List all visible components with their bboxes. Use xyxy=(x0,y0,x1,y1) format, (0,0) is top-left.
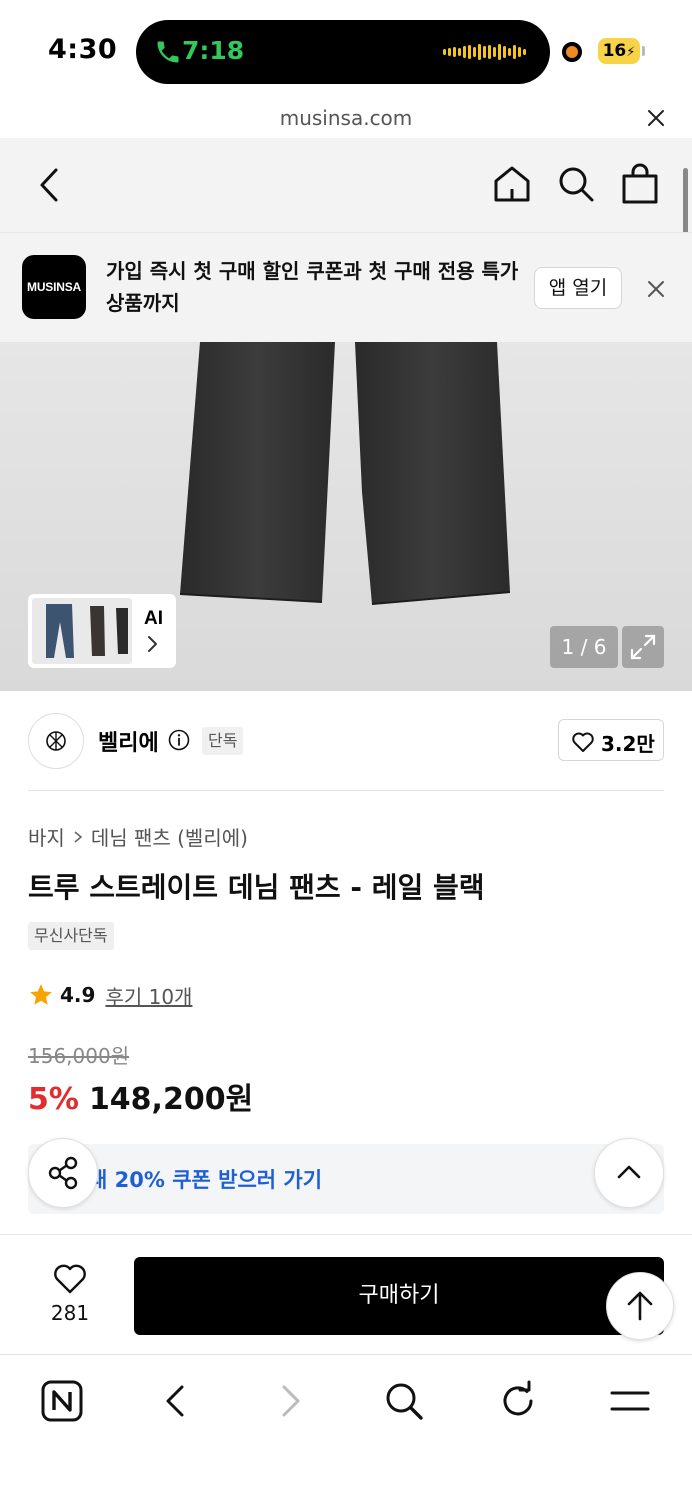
sale-price: 148,200원 xyxy=(88,1082,254,1117)
heart-icon[interactable] xyxy=(52,1263,88,1295)
expand-icon xyxy=(630,634,656,660)
status-time: 4:30 xyxy=(48,34,118,65)
arrow-up-icon xyxy=(627,1291,653,1321)
url-text[interactable]: musinsa.com xyxy=(0,106,692,130)
musinsa-logo: MUSINSA xyxy=(22,255,86,319)
battery-tip xyxy=(642,46,645,56)
brand-logo[interactable] xyxy=(28,713,84,769)
rating-value: 4.9 xyxy=(60,983,96,1007)
image-page-indicator: 1 / 6 xyxy=(550,626,618,668)
coupon-banner[interactable]: 대 20% 쿠폰 받으러 가기 xyxy=(28,1144,664,1214)
scroll-to-top-button[interactable] xyxy=(606,1272,674,1340)
phone-icon xyxy=(157,41,179,63)
search-icon[interactable] xyxy=(382,1379,426,1423)
chevron-right-icon xyxy=(74,830,83,843)
brand-like-button[interactable]: 3.2만 xyxy=(558,719,664,761)
recording-indicator-icon xyxy=(562,42,582,62)
discount-rate: 5% xyxy=(28,1082,79,1117)
rating-row: 4.9 후기 10개 xyxy=(28,980,192,1010)
breadcrumb-item[interactable]: 바지 xyxy=(28,822,65,851)
call-timer: 7:18 xyxy=(182,36,245,65)
dynamic-island[interactable]: 7:18 xyxy=(136,20,550,84)
info-icon[interactable] xyxy=(168,729,190,751)
menu-icon[interactable] xyxy=(608,1379,652,1423)
exclusive-tag: 무신사단독 xyxy=(28,922,114,950)
share-button[interactable] xyxy=(28,1138,98,1208)
brand-name[interactable]: 벨리에 xyxy=(98,725,159,757)
price-row: 5% 148,200원 xyxy=(28,1074,253,1118)
ai-label: AI xyxy=(144,608,163,629)
breadcrumb: 바지 데님 팬츠 (벨리에) xyxy=(28,822,248,851)
product-title: 트루 스트레이트 데님 팬츠 - 레일 블랙 xyxy=(28,871,485,904)
brand-emblem-icon xyxy=(46,731,66,751)
battery-level: 16 xyxy=(602,41,627,61)
banner-message: 가입 즉시 첫 구매 할인 쿠폰과 첫 구매 전용 특가 상품까지 xyxy=(106,259,519,315)
audio-waveform-icon xyxy=(443,42,526,62)
wish-count: 281 xyxy=(50,1301,90,1325)
thumbnail-jeans-image xyxy=(46,604,128,658)
refresh-icon[interactable] xyxy=(496,1379,540,1423)
url-bar[interactable]: musinsa.com xyxy=(0,100,692,138)
app-download-banner[interactable]: MUSINSA 가입 즉시 첫 구매 할인 쿠폰과 첫 구매 전용 특가 상품까… xyxy=(0,232,692,342)
share-icon xyxy=(48,1156,78,1190)
naver-home-icon[interactable] xyxy=(40,1379,84,1423)
brand-row: 벨리에 단독 3.2만 xyxy=(0,691,692,791)
breadcrumb-item[interactable]: 데님 팬츠 (벨리에) xyxy=(91,822,248,851)
forward-icon[interactable] xyxy=(268,1379,312,1423)
buy-button[interactable]: 구매하기 xyxy=(134,1257,664,1335)
thumbnail-image xyxy=(32,598,132,664)
search-icon[interactable] xyxy=(556,164,596,204)
star-icon xyxy=(30,984,52,1005)
scrollbar[interactable] xyxy=(683,168,688,236)
exclusive-badge: 단독 xyxy=(202,727,244,755)
close-icon[interactable] xyxy=(646,279,666,299)
open-app-button[interactable]: 앱 열기 xyxy=(534,267,622,309)
collapse-button[interactable] xyxy=(594,1138,664,1208)
chevron-up-icon xyxy=(617,1165,641,1179)
shopping-bag-icon[interactable] xyxy=(620,162,660,204)
coupon-text: 대 20% 쿠폰 받으러 가기 xyxy=(88,1168,323,1192)
brand-like-count: 3.2만 xyxy=(601,732,655,756)
heart-icon xyxy=(572,732,594,752)
back-arrow-icon[interactable] xyxy=(34,166,66,204)
chevron-right-icon xyxy=(148,636,157,652)
home-icon[interactable] xyxy=(492,164,532,204)
review-link[interactable]: 후기 10개 xyxy=(105,981,192,1010)
purchase-bar: 281 구매하기 xyxy=(0,1234,692,1354)
product-image-gallery[interactable]: AI 1 / 6 xyxy=(0,342,692,691)
battery-icon: 16⚡ xyxy=(598,38,640,64)
back-icon[interactable] xyxy=(154,1379,198,1423)
status-bar: 4:30 7:18 16⚡ xyxy=(0,0,692,100)
original-price: 156,000원 xyxy=(28,1044,130,1068)
browser-toolbar xyxy=(0,1354,692,1500)
divider xyxy=(28,790,664,791)
expand-image-button[interactable] xyxy=(622,626,664,668)
top-nav xyxy=(0,138,692,232)
ai-recommendation-card[interactable]: AI xyxy=(28,594,176,668)
close-icon[interactable] xyxy=(646,108,666,128)
